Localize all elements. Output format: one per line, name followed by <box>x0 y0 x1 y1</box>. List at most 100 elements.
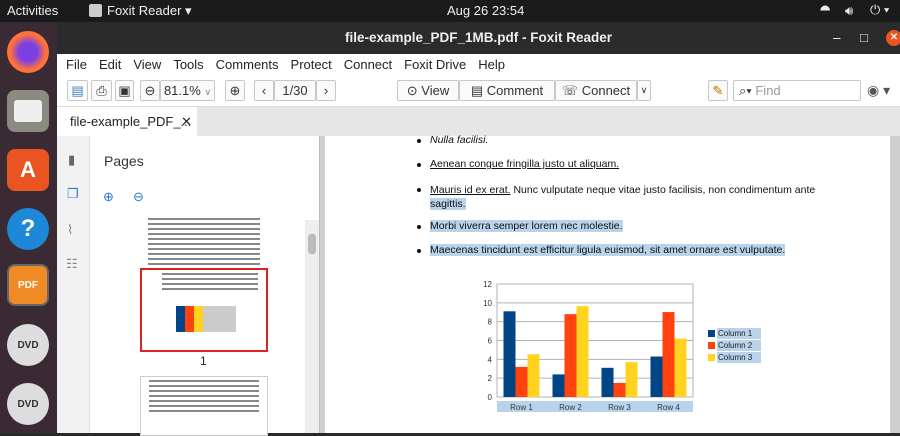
page-thumbnail-2[interactable] <box>140 376 268 436</box>
legend-label: Column 1 <box>718 329 753 338</box>
system-top-bar: Activities Foxit Reader ▾ Aug 26 23:54 ⯊… <box>0 0 900 22</box>
navigation-panel: ▮ ❐ ⌇ ☷ Pages ⊕ ⊖ 1 <box>57 136 320 436</box>
bullet-item: Nulla facilisi. <box>416 134 489 146</box>
comment-button[interactable]: ▤ Comment <box>459 80 555 101</box>
menu-bar: File Edit View Tools Comments Protect Co… <box>57 54 900 76</box>
menu-file[interactable]: File <box>66 54 87 76</box>
bar <box>552 374 565 397</box>
bookmark-icon[interactable]: ▮ <box>68 152 75 168</box>
bar <box>601 367 614 397</box>
files-icon[interactable] <box>7 90 49 132</box>
bar <box>662 312 675 397</box>
bullet-item: Morbi viverra semper lorem nec molestie. <box>430 220 623 232</box>
clock[interactable]: Aug 26 23:54 <box>447 3 524 18</box>
dvd-icon[interactable]: DVD <box>7 383 49 425</box>
legend-swatch <box>708 354 715 361</box>
pdf-page: Nulla facilisi. Aenean congue fringilla … <box>325 134 890 433</box>
account-icon[interactable]: ◉ ▾ <box>867 82 890 99</box>
page-1-label: 1 <box>200 354 207 368</box>
panel-icon-column: ▮ ❐ ⌇ ☷ <box>57 136 90 433</box>
window-titlebar: file-example_PDF_1MB.pdf - Foxit Reader … <box>57 22 900 54</box>
foxit-app-icon <box>89 4 102 17</box>
bullet-item: Mauris id ex erat. Nunc vulputate neque … <box>417 183 830 211</box>
highlight-icon[interactable]: ✎ <box>708 80 728 101</box>
find-input[interactable]: ⌕▾ Find <box>733 80 861 101</box>
activities-button[interactable]: Activities <box>7 3 58 18</box>
document-tab[interactable]: file-example_PDF_... ✕ <box>57 107 197 137</box>
legend-swatch <box>708 330 715 337</box>
zoom-in-icon[interactable]: ⊕ <box>225 80 245 101</box>
zoom-in-thumbnail-icon[interactable]: ⊕ <box>103 189 114 205</box>
firefox-icon[interactable] <box>7 31 49 73</box>
bar <box>564 314 577 397</box>
document-view: Nulla facilisi. Aenean congue fringilla … <box>320 134 900 433</box>
menu-view[interactable]: View <box>133 54 161 76</box>
prev-page-button[interactable]: ‹ <box>254 80 274 101</box>
print-icon[interactable]: ⎙ <box>91 80 112 101</box>
zoom-out-icon[interactable]: ⊖ <box>140 80 160 101</box>
foxit-pdf-icon[interactable]: PDF <box>7 264 49 306</box>
bar <box>576 306 589 397</box>
window-title: file-example_PDF_1MB.pdf - Foxit Reader <box>344 30 613 45</box>
y-tick-label: 0 <box>488 393 493 402</box>
y-tick-label: 2 <box>488 374 493 383</box>
thumbnail-scrollbar[interactable] <box>305 220 319 433</box>
dvd-icon[interactable]: DVD <box>7 324 49 366</box>
page-thumbnail-1[interactable] <box>140 268 268 352</box>
bar <box>527 354 540 397</box>
zoom-select[interactable]: 81.1% ∨ <box>160 80 215 101</box>
x-tick-label: Row 2 <box>559 403 582 412</box>
next-page-button[interactable]: › <box>316 80 336 101</box>
y-tick-label: 12 <box>483 280 492 289</box>
layers-icon[interactable]: ☷ <box>66 256 78 272</box>
connect-button[interactable]: ☏ Connect <box>555 80 637 101</box>
menu-comments[interactable]: Comments <box>216 54 279 76</box>
dock: A ? PDF DVD DVD <box>0 22 57 433</box>
toolbar: ▤ ⎙ ▣ ⊖ 81.1% ∨ ⊕ ‹ 1/30 › ⊙ View ▤ Comm… <box>57 76 900 106</box>
tab-bar: file-example_PDF_... ✕ <box>57 106 900 137</box>
minimize-button[interactable]: – <box>833 22 841 54</box>
menu-foxit-drive[interactable]: Foxit Drive <box>404 54 466 76</box>
x-tick-label: Row 3 <box>608 403 631 412</box>
single-page-icon[interactable]: ▤ <box>67 80 88 101</box>
bar <box>613 382 626 397</box>
x-tick-label: Row 4 <box>657 403 680 412</box>
app-menu[interactable]: Foxit Reader ▾ <box>107 3 192 19</box>
bar <box>650 356 663 397</box>
legend-label: Column 3 <box>718 353 753 362</box>
bar <box>503 311 516 397</box>
help-icon[interactable]: ? <box>7 208 49 250</box>
close-button[interactable]: ✕ <box>886 30 900 46</box>
network-icon[interactable]: ⯊ <box>820 3 830 19</box>
y-tick-label: 10 <box>483 299 492 308</box>
software-icon[interactable]: A <box>7 149 49 191</box>
menu-tools[interactable]: Tools <box>173 54 203 76</box>
bar <box>515 366 528 397</box>
y-tick-label: 8 <box>488 318 493 327</box>
maximize-button[interactable]: □ <box>860 22 868 54</box>
bar-chart: 0 2 4 6 8 10 12 Row 1 Row 2 Row 3 Row 4 Column 1 Col… <box>483 280 761 412</box>
zoom-out-thumbnail-icon[interactable]: ⊖ <box>133 189 144 205</box>
menu-edit[interactable]: Edit <box>99 54 121 76</box>
menu-help[interactable]: Help <box>478 54 505 76</box>
connect-dropdown[interactable]: ∨ <box>637 80 651 101</box>
save-icon[interactable]: ▣ <box>115 80 134 101</box>
view-button[interactable]: ⊙ View <box>397 80 459 101</box>
menu-connect[interactable]: Connect <box>344 54 392 76</box>
bullet-item: Aenean congue fringilla justo ut aliquam… <box>416 158 620 170</box>
close-tab-icon[interactable]: ✕ <box>181 107 192 137</box>
bar <box>674 338 687 397</box>
pages-panel-title: Pages <box>104 153 144 169</box>
thumbnail-chart <box>176 306 236 332</box>
volume-icon[interactable]: 🔊︎ <box>845 3 853 19</box>
y-tick-label: 6 <box>488 337 493 346</box>
bullet-item: Maecenas tincidunt est efficitur ligula … <box>430 244 786 256</box>
menu-protect[interactable]: Protect <box>291 54 332 76</box>
attachment-icon[interactable]: ⌇ <box>67 222 73 238</box>
y-tick-label: 4 <box>488 355 493 364</box>
pages-icon[interactable]: ❐ <box>67 186 79 202</box>
bar <box>625 362 638 397</box>
page-number-input[interactable]: 1/30 <box>274 80 316 101</box>
page-thumbnail-partial[interactable] <box>140 215 268 270</box>
power-icon[interactable]: ⏻ ▾ <box>870 2 889 18</box>
